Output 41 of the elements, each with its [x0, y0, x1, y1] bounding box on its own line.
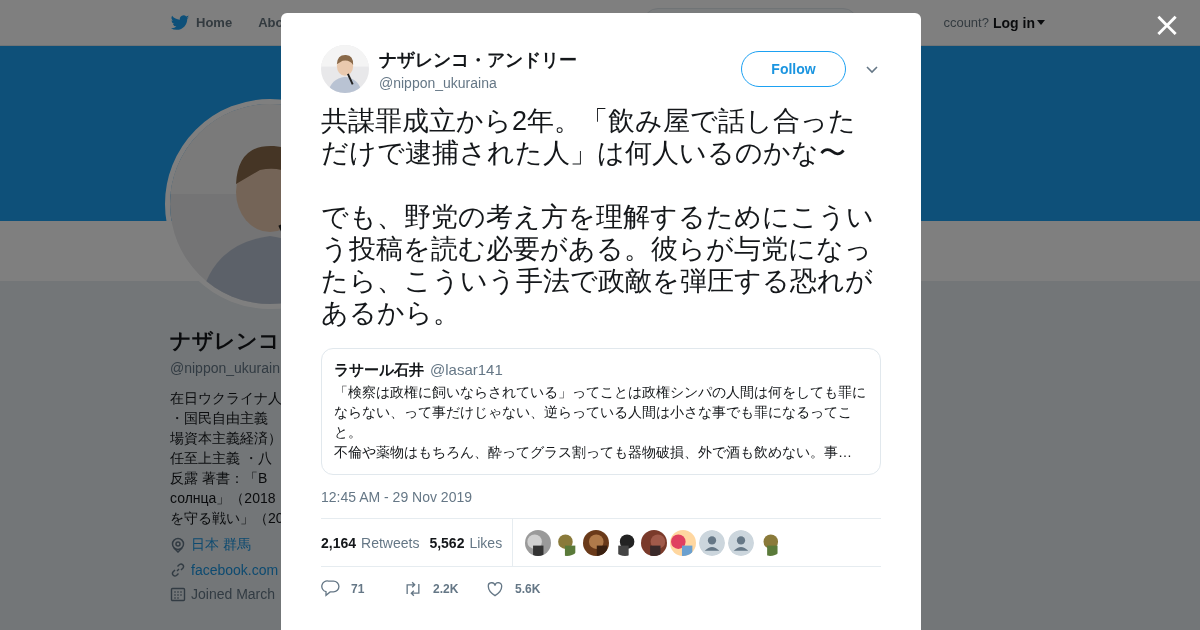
action-count[interactable]: 2.2K	[433, 582, 459, 596]
chevron-icon[interactable]	[865, 64, 879, 74]
stat-count[interactable]: 2,164	[321, 534, 357, 551]
bio-text: 任至上主義 ・八	[170, 449, 272, 468]
tweet-text: でも、野党の考え方を理解するためにこういう投稿を読む必要がある。彼らが与党になったら、こういう手法で政敵を弾圧する恐れがあるから。	[321, 201, 875, 329]
quoted-author-name: ラサール石井	[334, 361, 424, 380]
reply-icon[interactable]	[321, 579, 341, 599]
action-count[interactable]: 5.6K	[515, 582, 541, 596]
quoted-author-handle: @lasar141	[430, 361, 503, 378]
bio-text: 在日ウクライナ人	[170, 389, 282, 408]
stat-label[interactable]: Retweets	[361, 534, 420, 551]
stat-label[interactable]: Likes	[469, 534, 503, 551]
tweet-timestamp[interactable]: 12:45 AM - 29 Nov 2019	[321, 489, 881, 505]
bio-text: 場資本主義経済）	[170, 429, 282, 448]
login-link[interactable]: Log in	[992, 14, 1045, 31]
location-pin-icon	[170, 537, 186, 553]
default-avatar-icon	[699, 529, 726, 556]
profile-handle: @nippon_ukurain	[170, 360, 280, 376]
stat-count[interactable]: 5,562	[429, 534, 465, 551]
author-name[interactable]: ナザレンコ・アンドリー	[379, 47, 741, 72]
quoted-tweet-text: 「検察は政権に飼いならされている」ってことは政権シンパの人間は何をしても罪にならない、って事だけじゃない、逆らっている人間は小さな事でも罪になるってこと。	[334, 383, 867, 442]
action-count[interactable]: 71	[351, 582, 365, 596]
account-prompt: ccount?	[943, 15, 989, 30]
quoted-tweet-text: 不倫や薬物はもちろん、酔ってグラス割っても器物破損、外で酒も飲めない。事…	[334, 443, 853, 462]
nav-link[interactable]: Home	[170, 12, 233, 33]
caret-icon	[1036, 20, 1045, 25]
bio-text: солнца」（2018	[170, 489, 276, 508]
bio-text: 反露 著書：「В	[170, 469, 268, 488]
profile-name: ナザレンコ	[170, 328, 280, 354]
heart-icon[interactable]	[485, 579, 505, 599]
joined-date: Joined March	[191, 586, 276, 602]
default-avatar-icon	[728, 529, 755, 556]
bio-text: ・国民自由主義	[170, 409, 268, 428]
quoted-tweet-card[interactable]: ラサール石井 @lasar141 「検察は政権に飼いならされている」ってことは政権シンパの人間は何をしても罪にならない、って事だけじゃない、逆らっている人間は小さな事でも罪になるってこと。 不倫や薬物はもちろん、酔ってグラス割っても器物破損、外で酒も飲めない。事…	[321, 348, 881, 475]
bird-icon	[170, 12, 190, 33]
calendar-icon	[170, 586, 186, 602]
close-button[interactable]: ×	[1152, 6, 1182, 42]
author-handle[interactable]: @nippon_ukuraina	[379, 74, 741, 91]
link-icon	[170, 562, 186, 578]
follow-button[interactable]: Follow	[741, 51, 846, 87]
tweet-text: 共謀罪成立から2年。「飲み屋で話し合っただけで逮捕された人」は何人いるのかな〜	[321, 105, 858, 169]
